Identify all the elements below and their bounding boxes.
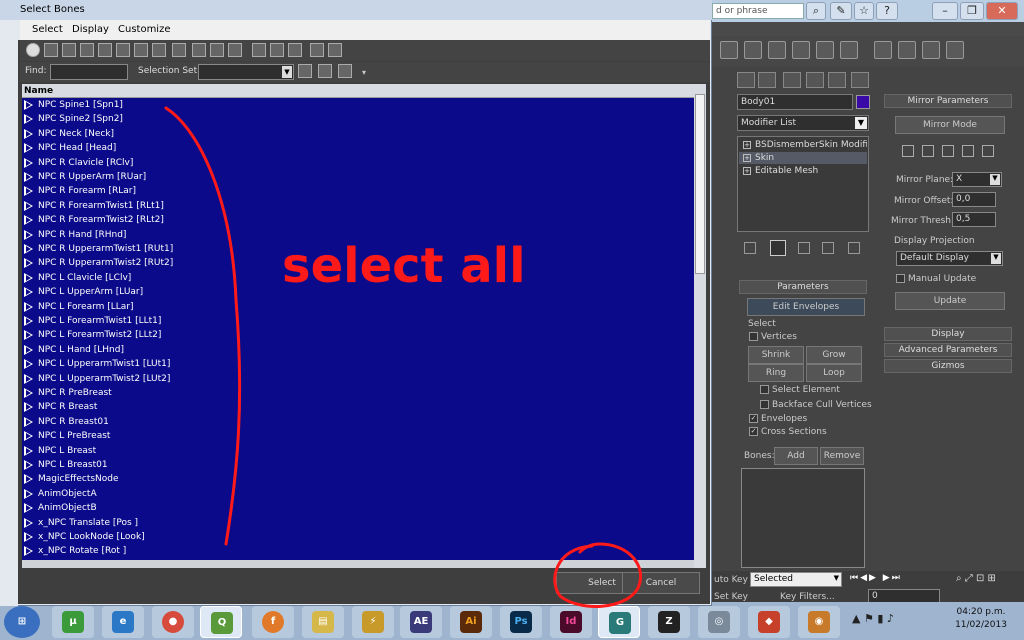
- annotation-brace-stroke: [164, 106, 242, 546]
- annotation-strokes: [164, 106, 643, 608]
- annotation-circle-stroke: [553, 542, 643, 608]
